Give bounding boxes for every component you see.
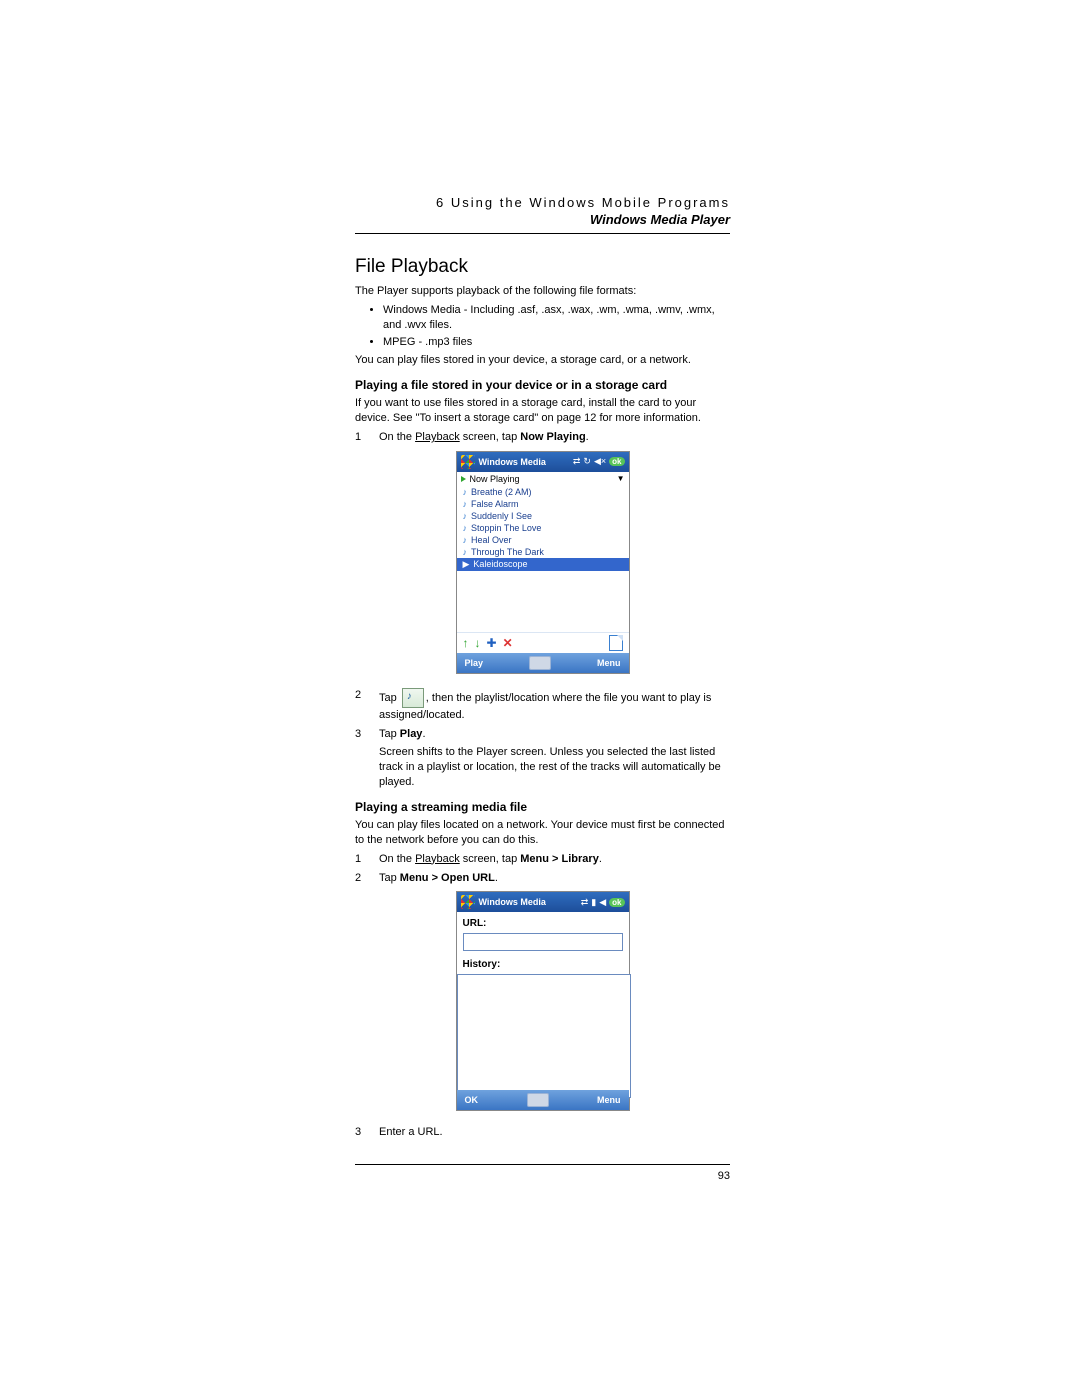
history-listbox[interactable]	[457, 974, 631, 1098]
heading-file-playback: File Playback	[355, 256, 730, 278]
section-header: Windows Media Player	[355, 212, 730, 227]
signal-icon: ▮	[591, 897, 596, 908]
step-body: Tap Play. Screen shifts to the Player sc…	[379, 727, 730, 790]
volume-icon: ◀	[599, 897, 606, 908]
music-note-icon: ♪	[463, 487, 468, 497]
play-arrow-icon	[461, 476, 466, 482]
sync-icon: ↻	[583, 456, 591, 467]
screenshot-open-url: Windows Media ⇄ ▮ ◀ ok URL: History: OK …	[355, 891, 730, 1111]
move-down-icon[interactable]: ↓	[475, 637, 481, 649]
soft-key-right[interactable]: Menu	[597, 1095, 621, 1105]
step: 3 Tap Play. Screen shifts to the Player …	[355, 727, 730, 790]
soft-key-right[interactable]: Menu	[597, 658, 621, 668]
step-number: 1	[355, 430, 379, 445]
wm-title-bar: Windows Media ⇄ ↻ ◀× ok	[457, 452, 629, 472]
keyboard-icon[interactable]	[529, 656, 551, 670]
step: 1 On the Playback screen, tap Menu > Lib…	[355, 852, 730, 867]
wm-status-icons: ⇄ ▮ ◀ ok	[581, 897, 625, 908]
ok-button[interactable]: ok	[609, 457, 624, 466]
now-playing-dropdown[interactable]: Now Playing ▼	[457, 472, 629, 486]
track-item[interactable]: ♪Through The Dark	[457, 546, 629, 558]
music-note-icon: ♪	[463, 523, 468, 533]
steps-list-1-cont: 2 Tap , then the playlist/location where…	[355, 688, 730, 790]
wm-device-screen: Windows Media ⇄ ↻ ◀× ok Now Playing ▼ ♪B…	[456, 451, 630, 674]
step-number: 1	[355, 852, 379, 867]
step: 1 On the Playback screen, tap Now Playin…	[355, 430, 730, 445]
wm-title-text: Windows Media	[479, 457, 569, 467]
wm-device-screen: Windows Media ⇄ ▮ ◀ ok URL: History: OK …	[456, 891, 630, 1111]
steps-list-2-cont: 3 Enter a URL.	[355, 1125, 730, 1140]
volume-icon: ◀×	[594, 456, 606, 467]
wm-status-icons: ⇄ ↻ ◀× ok	[573, 456, 625, 467]
add-icon[interactable]: ✚	[487, 637, 497, 649]
delete-icon[interactable]: ✕	[503, 637, 513, 649]
step-body: On the Playback screen, tap Now Playing.	[379, 430, 730, 445]
chapter-header: 6 Using the Windows Mobile Programs	[355, 195, 730, 210]
keyboard-icon[interactable]	[527, 1093, 549, 1107]
steps-list-2: 1 On the Playback screen, tap Menu > Lib…	[355, 852, 730, 886]
connectivity-icon: ⇄	[573, 456, 581, 467]
subheading-device-storage: Playing a file stored in your device or …	[355, 378, 730, 392]
step-body: On the Playback screen, tap Menu > Libra…	[379, 852, 730, 867]
track-item[interactable]: ♪Stoppin The Love	[457, 522, 629, 534]
step-body: Enter a URL.	[379, 1125, 730, 1140]
step-body: Tap , then the playlist/location where t…	[379, 688, 730, 723]
document-page: 6 Using the Windows Mobile Programs Wind…	[0, 0, 1080, 1397]
windows-flag-icon	[461, 895, 475, 909]
section2-lead: You can play files located on a network.…	[355, 818, 730, 848]
connectivity-icon: ⇄	[581, 897, 589, 908]
wm-title-bar: Windows Media ⇄ ▮ ◀ ok	[457, 892, 629, 912]
list-item: Windows Media - Including .asf, .asx, .w…	[383, 303, 730, 333]
track-item-selected[interactable]: ▶Kaleidoscope	[457, 558, 629, 571]
url-input[interactable]	[463, 933, 623, 951]
windows-flag-icon	[461, 455, 475, 469]
step: 3 Enter a URL.	[355, 1125, 730, 1140]
playlist-toolbar: ↑ ↓ ✚ ✕	[457, 632, 629, 653]
play-indicator-icon: ▶	[463, 559, 470, 570]
music-note-icon: ♪	[463, 499, 468, 509]
subheading-streaming: Playing a streaming media file	[355, 800, 730, 814]
dropdown-arrow-icon: ▼	[617, 474, 625, 483]
header-rule	[355, 233, 730, 234]
url-form-area: URL: History:	[457, 912, 629, 1090]
step: 2 Tap Menu > Open URL.	[355, 871, 730, 886]
page-number: 93	[718, 1170, 730, 1182]
wm-soft-key-bar: OK Menu	[457, 1090, 629, 1110]
properties-icon[interactable]	[609, 635, 623, 651]
step-number: 3	[355, 1125, 379, 1140]
soft-key-left[interactable]: OK	[465, 1095, 479, 1105]
music-note-icon: ♪	[463, 535, 468, 545]
wm-title-text: Windows Media	[479, 897, 577, 907]
track-item[interactable]: ♪Heal Over	[457, 534, 629, 546]
steps-list-1: 1 On the Playback screen, tap Now Playin…	[355, 430, 730, 445]
url-label: URL:	[463, 918, 623, 929]
intro-text-2: You can play files stored in your device…	[355, 353, 730, 368]
playlist-area: Now Playing ▼ ♪Breathe (2 AM) ♪False Ala…	[457, 472, 629, 632]
ok-button[interactable]: ok	[609, 898, 624, 907]
section1-lead: If you want to use files stored in a sto…	[355, 396, 730, 426]
step-note: Screen shifts to the Player screen. Unle…	[379, 745, 730, 790]
music-note-icon: ♪	[463, 511, 468, 521]
wm-soft-key-bar: Play Menu	[457, 653, 629, 673]
music-note-icon: ♪	[463, 547, 468, 557]
library-icon	[402, 688, 424, 708]
step-number: 2	[355, 688, 379, 723]
step: 2 Tap , then the playlist/location where…	[355, 688, 730, 723]
intro-text: The Player supports playback of the foll…	[355, 284, 730, 299]
footer-rule	[355, 1164, 730, 1165]
track-item[interactable]: ♪False Alarm	[457, 498, 629, 510]
history-label: History:	[463, 959, 623, 970]
list-item: MPEG - .mp3 files	[383, 335, 730, 350]
format-list: Windows Media - Including .asf, .asx, .w…	[355, 303, 730, 350]
move-up-icon[interactable]: ↑	[463, 637, 469, 649]
track-item[interactable]: ♪Suddenly I See	[457, 510, 629, 522]
step-number: 2	[355, 871, 379, 886]
soft-key-left[interactable]: Play	[465, 658, 484, 668]
step-number: 3	[355, 727, 379, 790]
screenshot-now-playing: Windows Media ⇄ ↻ ◀× ok Now Playing ▼ ♪B…	[355, 451, 730, 674]
track-item[interactable]: ♪Breathe (2 AM)	[457, 486, 629, 498]
step-body: Tap Menu > Open URL.	[379, 871, 730, 886]
